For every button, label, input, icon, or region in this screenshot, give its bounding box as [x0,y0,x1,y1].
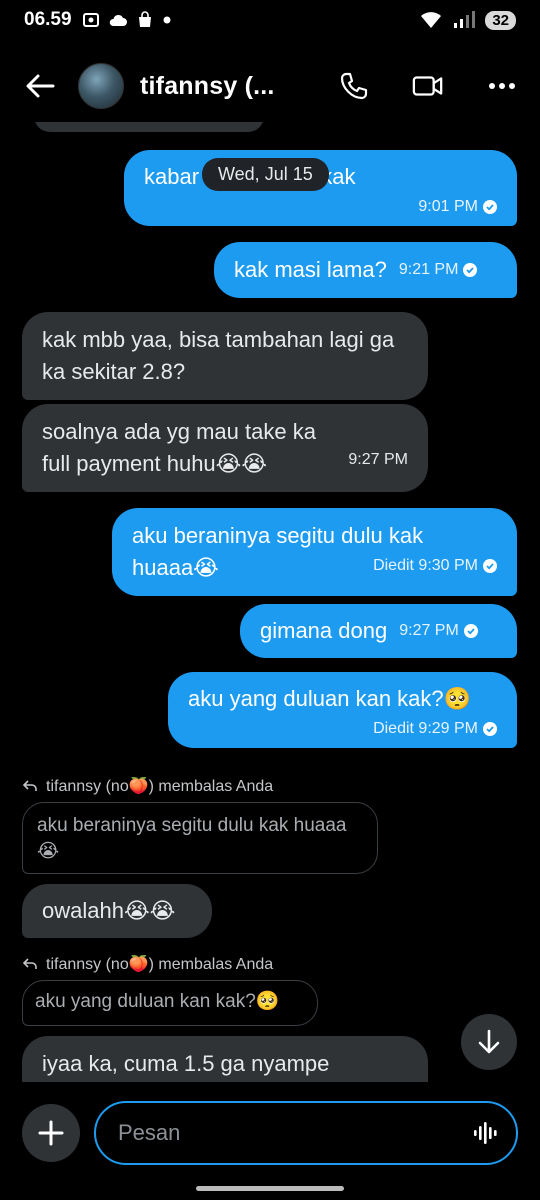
scroll-to-bottom-button[interactable] [461,1014,517,1070]
message-text: gimana dong [260,618,388,643]
battery-indicator: 32 [485,10,516,30]
video-camera-icon [412,76,443,96]
reply-label-text: tifannsy (no🍑) membalas Anda [46,778,274,795]
reply-arrow-icon [22,958,37,969]
reply-indicator: tifannsy (no🍑) membalas Anda [22,954,273,974]
add-attachment-button[interactable] [22,1104,80,1162]
message-bubble-outgoing[interactable]: aku beraninya segitu dulu kak huaaa😭 Die… [112,508,517,596]
shopping-bag-icon [138,11,151,27]
read-check-icon [483,559,497,573]
message-list[interactable]: kabar bisa vc yaa kak 9:01 PM Wed, Jul 1… [0,122,540,1082]
notification-dot-icon [163,16,171,24]
message-time: 9:01 PM [418,198,478,215]
status-bar: 06.59 32 [0,0,540,40]
message-time: 9:21 PM [398,261,459,278]
quoted-message[interactable]: aku beraninya segitu dulu kak huaaa😭 [22,802,378,874]
signal-icon [454,11,476,28]
status-time: 06.59 [24,9,72,30]
read-check-icon [483,200,497,214]
message-input[interactable] [118,1120,472,1146]
screen-record-icon [82,13,99,27]
date-separator: Wed, Jul 15 [202,158,329,191]
back-button[interactable] [22,68,58,104]
composer [0,1098,540,1168]
arrow-left-icon [26,74,55,98]
plus-icon [38,1120,64,1146]
reply-arrow-icon [22,780,37,791]
message-bubble-incoming[interactable]: owalahh😭😭 [22,884,212,938]
quoted-message[interactable]: aku yang duluan kan kak?🥺 [22,980,318,1026]
message-input-wrapper[interactable] [94,1101,518,1165]
contact-name[interactable]: tifannsy (... [140,72,275,101]
message-time: Diedit 9:29 PM [373,720,478,737]
quoted-text: aku yang duluan kan kak?🥺 [35,991,280,1012]
message-bubble-incoming[interactable]: soalnya ada yg mau take ka full payment … [22,404,428,492]
arrow-down-icon [478,1029,500,1054]
read-check-icon [463,263,478,277]
reply-label-text: tifannsy (no🍑) membalas Anda [46,956,274,973]
message-bubble-outgoing[interactable]: aku yang duluan kan kak?🥺 Diedit 9:29 PM [168,672,517,748]
message-time: 9:27 PM [348,451,408,468]
message-text: kak masi lama? [234,257,387,282]
message-bubble-incoming[interactable]: kak mbb yaa, bisa tambahan lagi ga ka se… [22,312,428,400]
message-text: iyaa ka, cuma 1.5 ga nyampe [42,1051,330,1076]
message-text: owalahh😭😭 [42,898,176,923]
message-text: kak mbb yaa, bisa tambahan lagi ga ka se… [42,327,395,384]
message-time: Diedit 9:30 PM [373,557,478,574]
video-call-button[interactable] [412,70,444,102]
more-dots-icon [489,83,515,89]
reply-indicator: tifannsy (no🍑) membalas Anda [22,776,273,796]
wifi-icon [421,12,442,28]
voice-message-icon[interactable] [472,1120,498,1146]
voice-call-button[interactable] [338,70,370,102]
home-indicator [196,1186,344,1191]
contact-avatar[interactable] [78,63,124,109]
phone-icon [340,72,368,100]
message-bubble-outgoing[interactable]: kak masi lama? 9:21 PM [214,242,517,298]
message-time: 9:27 PM [399,622,459,639]
read-check-icon [463,624,478,638]
more-options-button[interactable] [486,70,518,102]
read-check-icon [483,722,497,736]
cloud-icon [109,14,127,26]
message-bubble-outgoing[interactable]: gimana dong 9:27 PM [240,604,517,658]
message-text: soalnya ada yg mau take ka full payment … [42,419,316,476]
previous-message-edge [34,122,264,132]
message-bubble-incoming[interactable]: iyaa ka, cuma 1.5 ga nyampe [22,1036,428,1082]
chat-header: tifannsy (... [0,50,540,122]
quoted-text: aku beraninya segitu dulu kak huaaa😭 [37,815,347,862]
